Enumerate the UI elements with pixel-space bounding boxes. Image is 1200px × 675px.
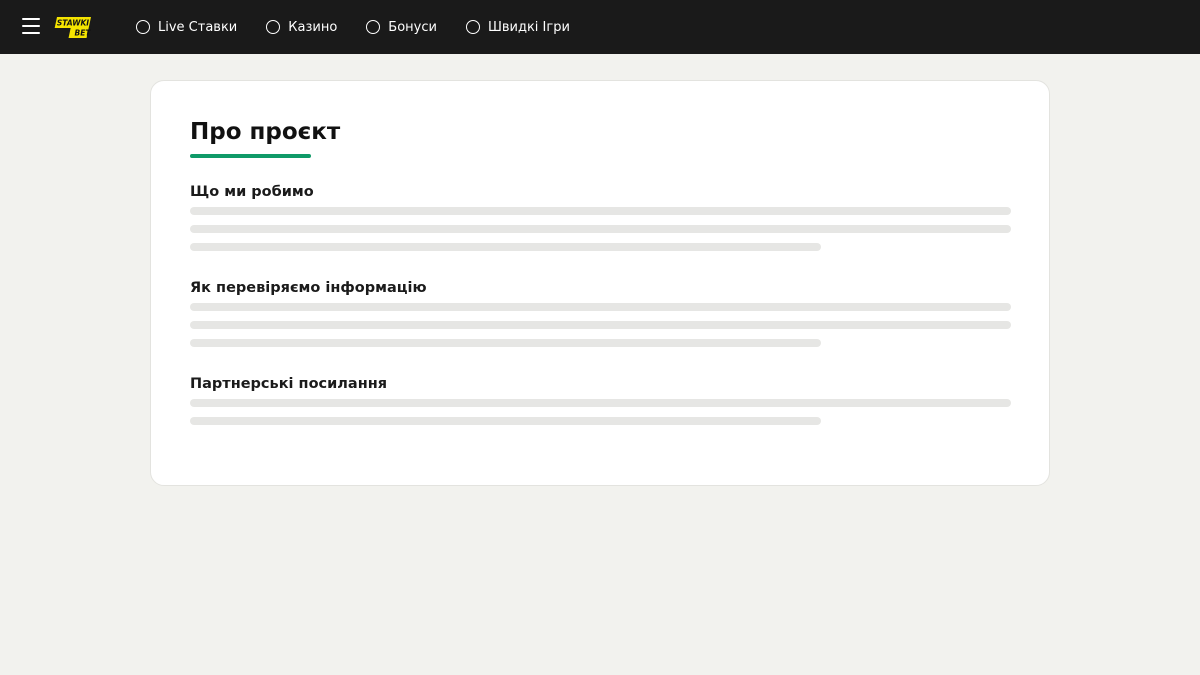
text-placeholder-line [190, 225, 1011, 233]
title-accent-underline [190, 154, 311, 158]
text-placeholder-line [190, 243, 821, 251]
radio-circle-icon [136, 20, 150, 34]
nav-item-fast-games[interactable]: Швидкі Ігри [465, 19, 570, 35]
text-placeholder-line [190, 207, 1011, 215]
section-heading: Що ми робимо [190, 184, 314, 200]
nav-item-live-bets[interactable]: Live Ставки [136, 20, 237, 35]
logo-text-stawki: STAWKI [57, 19, 89, 28]
text-placeholder-line [190, 303, 1011, 311]
about-project-card: Про проєкт Що ми робимо Як перевіряємо і… [150, 80, 1050, 486]
section-heading: Як перевіряємо інформацію [190, 280, 427, 296]
radio-circle-icon [465, 20, 480, 34]
section-how-we-verify: Як перевіряємо інформацію [190, 278, 1011, 347]
top-navigation-bar: STAWKI BET Live Ставки Казино Бонуси Шви… [0, 0, 1200, 54]
logo-text-bet: BET [75, 29, 91, 38]
hamburger-menu-icon[interactable] [22, 18, 40, 35]
radio-circle-icon [366, 20, 381, 34]
nav-item-bonuses[interactable]: Бонуси [366, 20, 437, 35]
nav-item-casino[interactable]: Казино [266, 20, 337, 35]
text-placeholder-line [190, 321, 1011, 329]
text-placeholder-line [190, 339, 821, 347]
main-nav: Live Ставки Казино Бонуси Швидкі Ігри [136, 0, 599, 54]
page-title: Про проєкт [190, 119, 341, 145]
section-what-we-do: Що ми робимо [190, 182, 1011, 251]
nav-item-label: Live Ставки [158, 19, 238, 35]
nav-item-label: Швидкі Ігри [487, 19, 570, 35]
text-placeholder-line [190, 417, 821, 425]
section-affiliate-links: Партнерські посилання [190, 374, 1011, 425]
text-placeholder-line [190, 399, 1011, 407]
radio-circle-icon [266, 20, 281, 34]
section-heading: Партнерські посилання [190, 376, 388, 392]
stawki-bet-logo[interactable]: STAWKI BET [53, 17, 91, 38]
nav-item-label: Бонуси [388, 19, 437, 35]
nav-item-label: Казино [288, 19, 338, 35]
